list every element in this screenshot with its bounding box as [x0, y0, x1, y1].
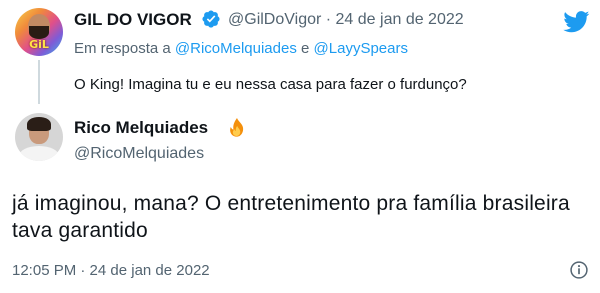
parent-handle[interactable]: @GilDoVigor: [228, 11, 321, 28]
gil-avatar[interactable]: GiL: [15, 8, 63, 56]
reply-mention-layy[interactable]: @LayySpears: [314, 40, 408, 57]
fire-emoji-icon: [230, 118, 244, 137]
verified-badge-icon: [202, 10, 220, 28]
thread-connector-line: [38, 60, 40, 104]
in-reply-to: Em resposta a @RicoMelquiades e @LayySpe…: [74, 40, 408, 57]
parent-date[interactable]: 24 de jan de 2022: [336, 11, 464, 28]
reply-prefix: Em resposta a: [74, 40, 171, 57]
avatar-shirt: [19, 146, 59, 161]
reply-conjunction: e: [301, 40, 310, 57]
reply-timestamp[interactable]: 12:05 PM · 24 de jan de 2022: [12, 262, 210, 279]
meta-separator: ·: [321, 11, 336, 28]
reply-handle[interactable]: @RicoMelquiades: [74, 145, 204, 163]
parent-handle-and-date[interactable]: @GilDoVigor · 24 de jan de 2022: [228, 11, 464, 29]
avatar-hair: [27, 117, 51, 131]
reply-mention-rico[interactable]: @RicoMelquiades: [175, 40, 297, 57]
parent-display-name[interactable]: GIL DO VIGOR: [74, 10, 192, 30]
avatar-logo-text: GiL: [29, 38, 49, 51]
info-icon[interactable]: [569, 260, 589, 280]
parent-tweet-text: O King! Imagina tu e eu nessa casa para …: [74, 76, 467, 93]
reply-tweet-text: já imaginou, mana? O entretenimento pra …: [12, 192, 570, 242]
twitter-bird-icon[interactable]: [563, 11, 590, 33]
reply-display-name[interactable]: Rico Melquiades: [74, 118, 208, 138]
rico-avatar[interactable]: [15, 113, 63, 161]
